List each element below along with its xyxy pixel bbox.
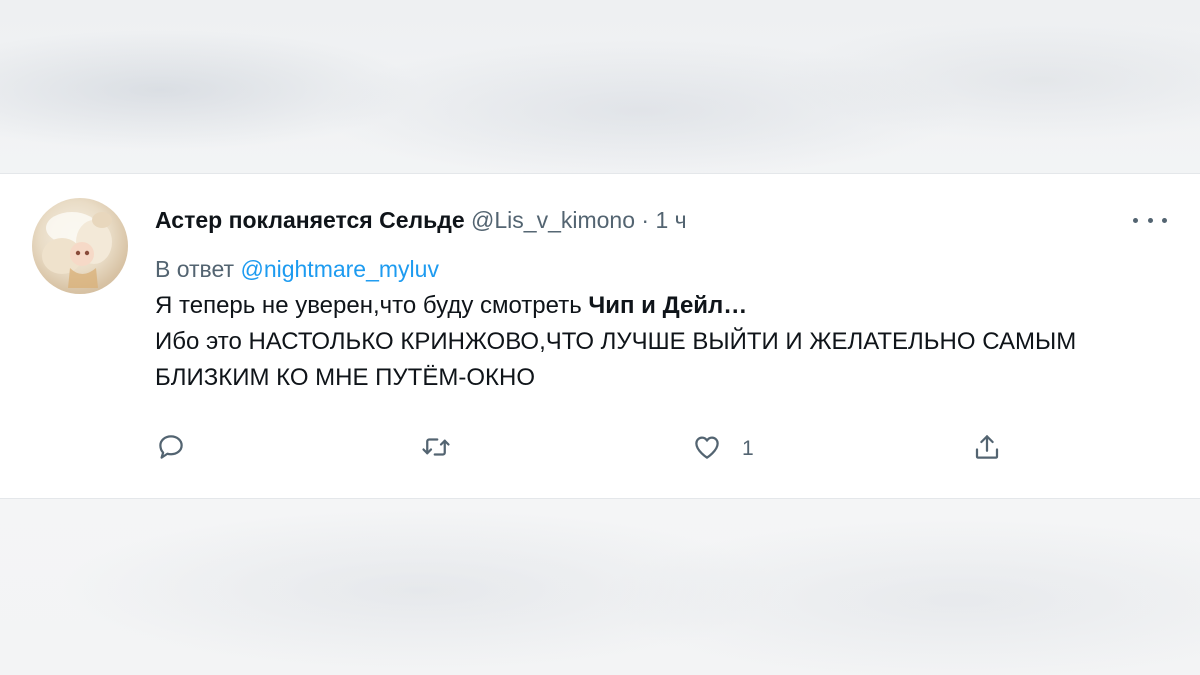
separator-dot: · xyxy=(641,207,650,233)
author-handle[interactable]: @Lis_v_kimono xyxy=(471,207,635,233)
heart-icon xyxy=(692,432,722,467)
tweet-text-plain: Я теперь не уверен,что буду смотреть xyxy=(155,292,589,319)
tweet-text-bold: Чип и Дейл… xyxy=(588,292,748,319)
share-upload-icon xyxy=(972,432,1002,467)
share-button[interactable] xyxy=(972,429,1002,469)
avatar[interactable] xyxy=(32,198,128,294)
like-count: 1 xyxy=(742,437,754,460)
reply-context: В ответ @nightmare_myluv xyxy=(155,253,439,285)
author-name[interactable]: Астер покланяется Сельде xyxy=(155,207,465,233)
retweet-icon xyxy=(421,432,451,467)
speech-bubble-icon xyxy=(156,432,186,467)
like-button[interactable]: 1 xyxy=(692,429,754,469)
tweet-card[interactable]: Астер покланяется Сельде @Lis_v_kimono ·… xyxy=(0,173,1200,499)
tweet-actions: 1 xyxy=(0,429,1200,469)
tweet-header: Астер покланяется Сельде @Lis_v_kimono ·… xyxy=(155,204,687,236)
retweet-button[interactable] xyxy=(421,429,451,469)
reply-mention-link[interactable]: @nightmare_myluv xyxy=(240,256,438,282)
reply-prefix: В ответ xyxy=(155,256,235,282)
more-dots-icon[interactable] xyxy=(1133,208,1167,232)
tweet-time[interactable]: 1 ч xyxy=(655,207,686,233)
reply-button[interactable] xyxy=(156,429,186,469)
tweet-text-line2: Ибо это НАСТОЛЬКО КРИНЖОВО,ЧТО ЛУЧШЕ ВЫЙ… xyxy=(155,328,1077,391)
tweet-text: Я теперь не уверен,что буду смотреть Чип… xyxy=(155,288,1155,396)
tweet-text-line1: Я теперь не уверен,что буду смотреть Чип… xyxy=(155,288,1155,324)
